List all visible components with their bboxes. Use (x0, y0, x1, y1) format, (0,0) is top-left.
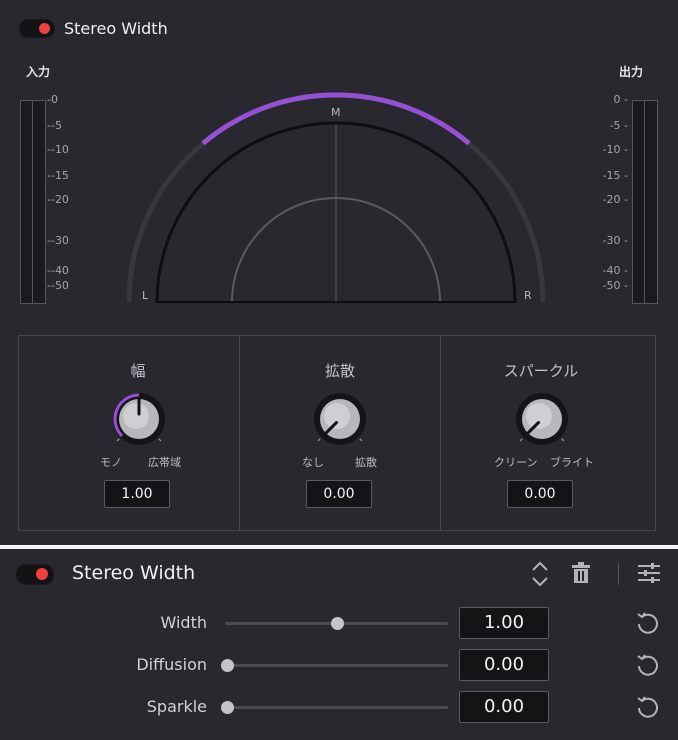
knob-width-value[interactable]: 1.00 (104, 480, 170, 508)
knob-diffusion-dial[interactable] (309, 388, 371, 450)
knob-limit-tick (359, 438, 363, 442)
reset-sparkle-icon[interactable] (636, 695, 660, 719)
stereo-width-parameter-panel: Stereo Width Width 1.00 Diffusion 0.00 S… (0, 549, 678, 740)
knob-diffusion-title: 拡散 (324, 362, 355, 380)
enable-indicator-compact (36, 568, 48, 580)
param-width-slider-thumb[interactable] (330, 617, 344, 630)
knob-diffusion: 拡散 なし 拡散 0.00 (240, 336, 440, 530)
knob-width-dial[interactable] (108, 388, 170, 450)
knob-width: 幅 モノ 広帯域 1.00 (38, 336, 238, 530)
param-width-label: Width (160, 613, 207, 632)
knob-diffusion-min-label: なし (302, 456, 324, 469)
knob-limit-tick (317, 438, 321, 442)
knob-cap-highlight (526, 403, 552, 429)
knob-sparkle-title: スパークル (503, 362, 579, 380)
trash-icon[interactable] (571, 561, 591, 585)
sliders-icon[interactable] (637, 561, 661, 585)
knob-limit-tick (519, 438, 523, 442)
scope-label-mid: M (331, 106, 341, 119)
knob-width-min-label: モノ (100, 456, 122, 469)
knob-sparkle-min-label: クリーン (494, 456, 538, 469)
knob-sparkle-dial[interactable] (511, 388, 573, 450)
knob-sparkle-value[interactable]: 0.00 (507, 480, 573, 508)
param-sparkle-value[interactable]: 0.00 (459, 691, 549, 723)
knob-cap-highlight (324, 403, 350, 429)
knob-cap-highlight (123, 403, 149, 429)
enable-toggle-compact[interactable] (16, 564, 54, 585)
knob-sparkle: スパークル クリーン ブライト 0.00 (441, 336, 641, 530)
knob-diffusion-max-label: 拡散 (355, 456, 377, 469)
param-sparkle-slider-thumb[interactable] (221, 701, 234, 714)
param-diffusion-value[interactable]: 0.00 (459, 649, 549, 681)
panel-title-compact: Stereo Width (72, 562, 196, 584)
toolbar-separator (618, 563, 619, 585)
scope-label-right: R (524, 289, 532, 302)
param-diffusion-label: Diffusion (136, 655, 207, 674)
param-diffusion-slider[interactable] (221, 659, 448, 672)
param-width-value[interactable]: 1.00 (459, 607, 549, 639)
param-sparkle-label: Sparkle (146, 697, 207, 716)
scope-label-left: L (142, 289, 149, 302)
param-diffusion-slider-thumb[interactable] (221, 659, 234, 672)
reset-width-icon[interactable] (636, 611, 660, 635)
knob-limit-tick (116, 438, 120, 442)
expand-collapse-icon[interactable] (530, 559, 550, 589)
knob-width-title: 幅 (130, 362, 146, 380)
knob-limit-tick (158, 438, 162, 442)
reset-diffusion-icon[interactable] (636, 653, 660, 677)
stereo-scope (126, 92, 546, 303)
knob-diffusion-value[interactable]: 0.00 (306, 480, 372, 508)
knob-limit-tick (561, 438, 565, 442)
knob-section: 幅 モノ 広帯域 1.00 拡散 なし 拡散 0.00 スパークル クリーン ブ… (18, 335, 656, 531)
stereo-width-plugin-panel: Stereo Width 入力 出力 -0 --5 --10 --15 --20 --30… (0, 0, 678, 545)
knob-sparkle-max-label: ブライト (550, 456, 594, 469)
param-sparkle-slider[interactable] (221, 701, 448, 714)
param-width-slider[interactable] (225, 617, 448, 630)
knob-width-max-label: 広帯域 (148, 456, 181, 469)
